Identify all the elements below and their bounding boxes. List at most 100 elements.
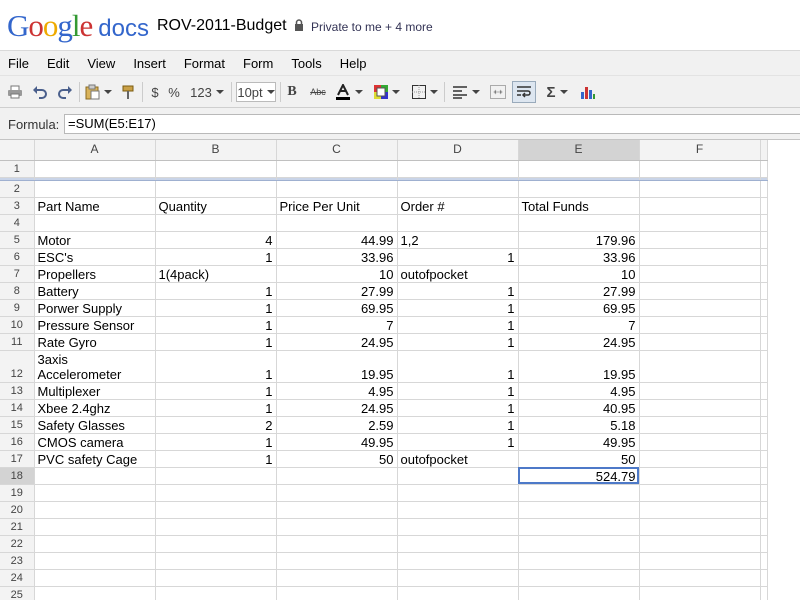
row-header[interactable]: 21 (0, 518, 35, 536)
cell-e11[interactable]: 24.95 (518, 333, 640, 351)
cell-d20[interactable] (397, 501, 519, 519)
menu-edit[interactable]: Edit (47, 56, 69, 71)
row-header[interactable]: 9 (0, 299, 35, 317)
menu-format[interactable]: Format (184, 56, 225, 71)
formula-input[interactable]: =SUM(E5:E17) (64, 114, 800, 134)
align-button[interactable] (451, 81, 481, 103)
cell-f8[interactable] (639, 282, 761, 300)
cell-c9[interactable]: 69.95 (276, 299, 398, 317)
cell-e15[interactable]: 5.18 (518, 416, 640, 434)
row-header[interactable]: 1 (0, 160, 35, 178)
cell-d22[interactable] (397, 535, 519, 553)
paint-format-button[interactable] (119, 81, 137, 103)
cell-c19[interactable] (276, 484, 398, 502)
cell-d6[interactable]: 1 (397, 248, 519, 266)
cell-f22[interactable] (639, 535, 761, 553)
cell-f25[interactable] (639, 586, 761, 600)
cell-f15[interactable] (639, 416, 761, 434)
cell-a5[interactable]: Motor (34, 231, 156, 249)
cell-f4[interactable] (639, 214, 761, 232)
cell-a24[interactable] (34, 569, 156, 587)
percent-format-button[interactable]: % (167, 81, 181, 103)
cell-a9[interactable]: Porwer Supply (34, 299, 156, 317)
cell-e6[interactable]: 33.96 (518, 248, 640, 266)
cell-f21[interactable] (639, 518, 761, 536)
borders-button[interactable] (411, 81, 439, 103)
cell-c8[interactable]: 27.99 (276, 282, 398, 300)
cell-b12[interactable]: 1 (155, 350, 277, 383)
column-header-f[interactable]: F (639, 140, 761, 161)
cell-c14[interactable]: 24.95 (276, 399, 398, 417)
cell-e14[interactable]: 40.95 (518, 399, 640, 417)
row-header[interactable]: 2 (0, 180, 35, 198)
cell-c23[interactable] (276, 552, 398, 570)
cell-a15[interactable]: Safety Glasses (34, 416, 156, 434)
cell-b13[interactable]: 1 (155, 382, 277, 400)
cell-b25[interactable] (155, 586, 277, 600)
cell-d17[interactable]: outofpocket (397, 450, 519, 468)
cell-f13[interactable] (639, 382, 761, 400)
cell-f20[interactable] (639, 501, 761, 519)
cell-d23[interactable] (397, 552, 519, 570)
cell-a23[interactable] (34, 552, 156, 570)
cell-a18[interactable] (34, 467, 156, 485)
cell-d9[interactable]: 1 (397, 299, 519, 317)
cell-d13[interactable]: 1 (397, 382, 519, 400)
cell-e24[interactable] (518, 569, 640, 587)
cell-f23[interactable] (639, 552, 761, 570)
cell-d16[interactable]: 1 (397, 433, 519, 451)
cell-b17[interactable]: 1 (155, 450, 277, 468)
cell-b22[interactable] (155, 535, 277, 553)
cell-e20[interactable] (518, 501, 640, 519)
cell-e8[interactable]: 27.99 (518, 282, 640, 300)
row-header[interactable]: 12 (0, 350, 35, 383)
row-header[interactable]: 20 (0, 501, 35, 519)
cell-b8[interactable]: 1 (155, 282, 277, 300)
cell-e1[interactable] (518, 160, 640, 178)
cell-e18[interactable]: 524.79 (518, 467, 640, 485)
menu-tools[interactable]: Tools (291, 56, 321, 71)
cell-b6[interactable]: 1 (155, 248, 277, 266)
cell-f9[interactable] (639, 299, 761, 317)
cell-e21[interactable] (518, 518, 640, 536)
cell-d19[interactable] (397, 484, 519, 502)
cell-a25[interactable] (34, 586, 156, 600)
cell-c22[interactable] (276, 535, 398, 553)
sharing-status-link[interactable]: Private to me + 4 more (311, 20, 433, 34)
row-header[interactable]: 7 (0, 265, 35, 283)
functions-button[interactable]: Σ (543, 81, 571, 103)
cell-c7[interactable]: 10 (276, 265, 398, 283)
cell-a19[interactable] (34, 484, 156, 502)
cell-b2[interactable] (155, 180, 277, 198)
row-header[interactable]: 10 (0, 316, 35, 334)
cell-e12[interactable]: 19.95 (518, 350, 640, 383)
cell-e23[interactable] (518, 552, 640, 570)
cell-a11[interactable]: Rate Gyro (34, 333, 156, 351)
cell-a1[interactable] (34, 160, 156, 178)
cell-f17[interactable] (639, 450, 761, 468)
row-header[interactable]: 15 (0, 416, 35, 434)
cell-d1[interactable] (397, 160, 519, 178)
menu-file[interactable]: File (8, 56, 29, 71)
row-header[interactable]: 18 (0, 467, 35, 485)
cell-e17[interactable]: 50 (518, 450, 640, 468)
cell-f7[interactable] (639, 265, 761, 283)
currency-format-button[interactable]: $ (149, 81, 161, 103)
cell-c16[interactable]: 49.95 (276, 433, 398, 451)
insert-chart-button[interactable] (578, 81, 598, 103)
wrap-text-button[interactable] (512, 81, 536, 103)
select-all-corner[interactable] (0, 140, 35, 161)
bold-button[interactable]: B (285, 81, 299, 103)
menu-form[interactable]: Form (243, 56, 273, 71)
row-header[interactable]: 16 (0, 433, 35, 451)
cell-d18[interactable] (397, 467, 519, 485)
cell-a8[interactable]: Battery (34, 282, 156, 300)
row-header[interactable]: 17 (0, 450, 35, 468)
row-header[interactable]: 13 (0, 382, 35, 400)
cell-c5[interactable]: 44.99 (276, 231, 398, 249)
google-docs-logo[interactable]: Google docs (7, 8, 149, 44)
cell-c20[interactable] (276, 501, 398, 519)
cell-b4[interactable] (155, 214, 277, 232)
cell-b15[interactable]: 2 (155, 416, 277, 434)
cell-d2[interactable] (397, 180, 519, 198)
